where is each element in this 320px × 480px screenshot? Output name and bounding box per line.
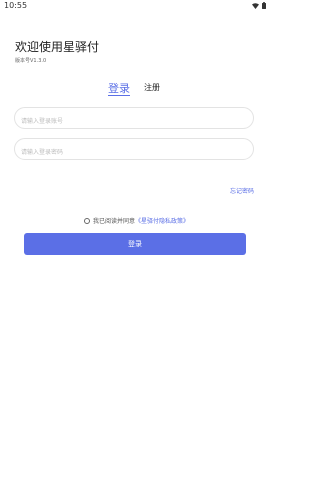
status-bar: 10:55 [0, 0, 270, 13]
login-screen: 10:55 欢迎使用星驿付 版本号V1.3.0 登录 注册 忘记密码 我已阅读并… [0, 0, 270, 480]
agreement-text: 我已阅读并同意 [93, 218, 136, 225]
password-input[interactable] [15, 142, 253, 163]
welcome-title: 欢迎使用星驿付 [15, 40, 100, 54]
agreement-row: 我已阅读并同意 《星驿付隐私政策》 [84, 216, 189, 225]
tab-active-indicator [108, 95, 130, 96]
battery-icon [262, 2, 266, 9]
tab-login[interactable]: 登录 [108, 80, 130, 96]
tab-register[interactable]: 注册 [144, 82, 160, 93]
account-input[interactable] [15, 111, 253, 132]
privacy-policy-link[interactable]: 《星驿付隐私政策》 [135, 216, 189, 225]
status-time: 10:55 [4, 1, 28, 10]
forgot-password-link[interactable]: 忘记密码 [230, 186, 254, 195]
agreement-radio[interactable] [84, 217, 90, 224]
status-icons [252, 2, 266, 9]
wifi-icon [252, 2, 259, 9]
version-label: 版本号V1.3.0 [15, 58, 47, 64]
auth-tabs: 登录 注册 [0, 80, 270, 100]
account-field-wrapper [14, 107, 254, 132]
login-button[interactable]: 登录 [24, 233, 246, 255]
password-field-wrapper [14, 138, 254, 163]
